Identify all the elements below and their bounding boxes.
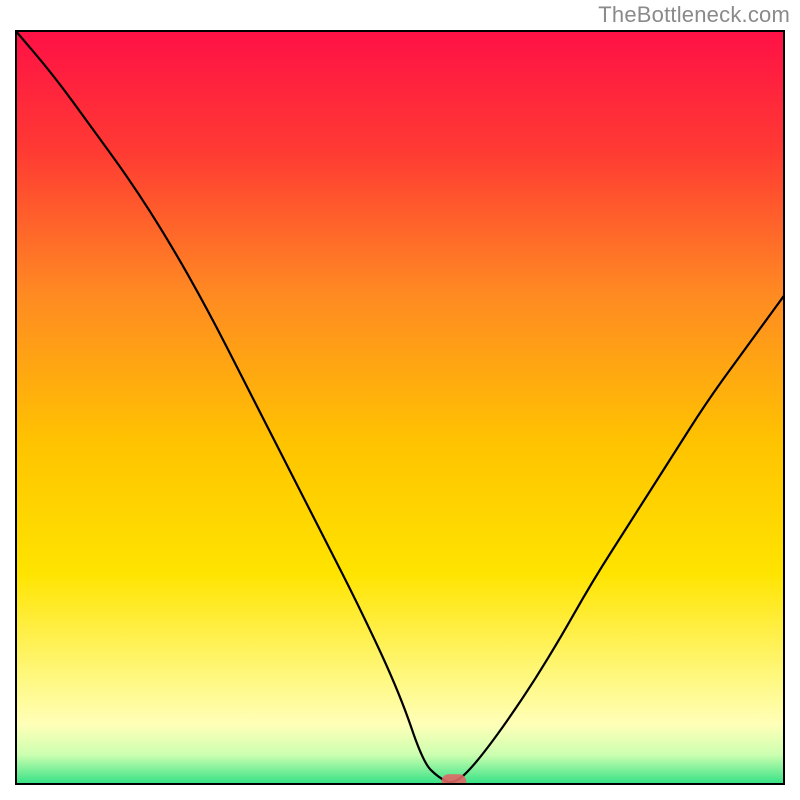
watermark-text: TheBottleneck.com [598, 2, 790, 28]
gradient-background [15, 30, 785, 785]
plot-frame [15, 30, 785, 785]
bottleneck-chart [15, 30, 785, 785]
chart-container: TheBottleneck.com [0, 0, 800, 800]
